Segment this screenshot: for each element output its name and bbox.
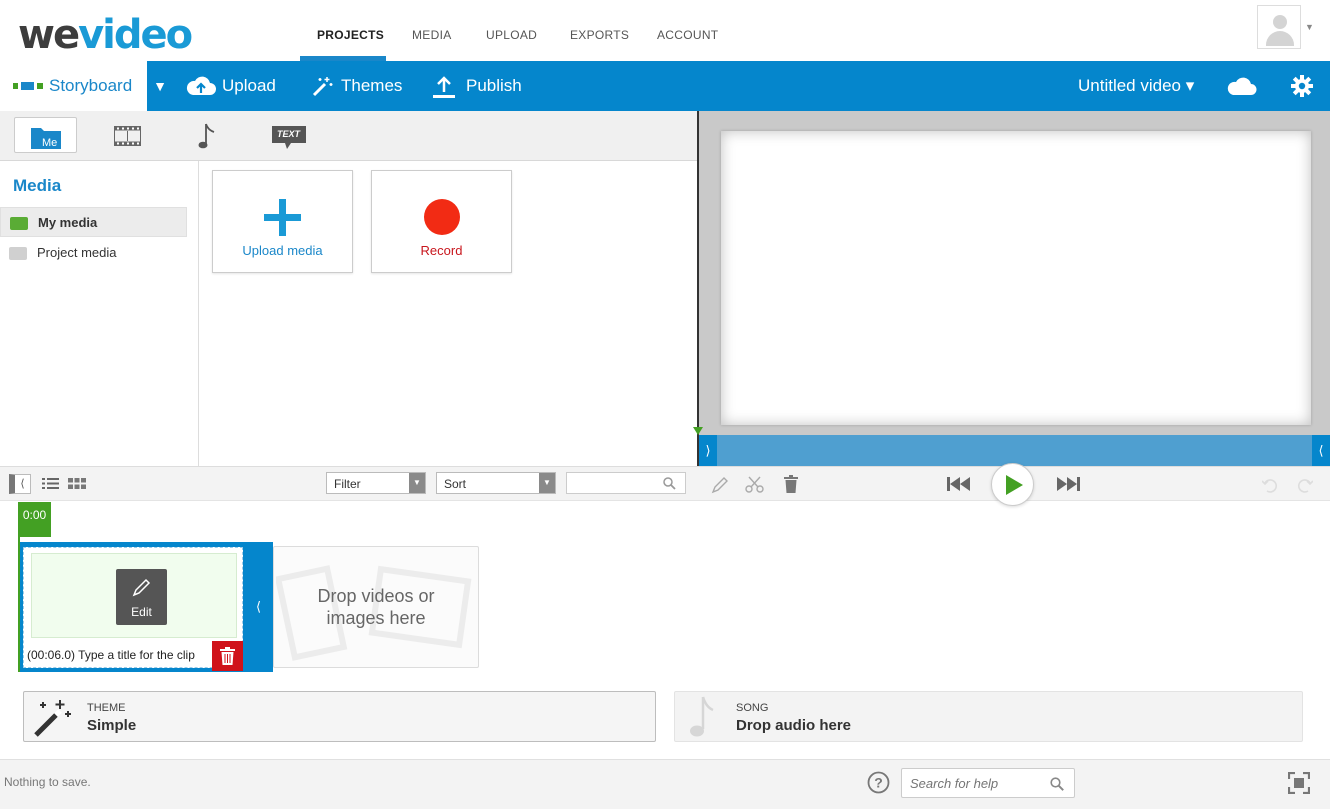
help-search-input[interactable]	[910, 774, 1050, 792]
scissors-icon[interactable]	[745, 476, 764, 494]
user-avatar-icon[interactable]	[1257, 5, 1301, 49]
sidebar-item-project-media[interactable]: Project media	[0, 238, 187, 268]
plus-icon	[264, 199, 301, 236]
clip-thumbnail: Edit	[31, 553, 237, 638]
sidebar-item-my-media[interactable]: My media	[0, 207, 187, 237]
nav-upload[interactable]: UPLOAD	[486, 28, 537, 42]
playhead-marker-icon	[693, 427, 703, 435]
media-search-input[interactable]	[566, 472, 686, 494]
folder-me-icon: Me	[31, 128, 61, 149]
theme-selector[interactable]: THEME Simple	[23, 691, 656, 742]
skip-to-end-icon[interactable]	[1057, 476, 1080, 492]
publish-upload-icon	[433, 76, 455, 98]
preview-screen[interactable]	[721, 131, 1311, 425]
magic-wand-icon	[34, 700, 71, 737]
publish-button[interactable]: Publish	[432, 61, 527, 111]
tab-video-film-icon[interactable]	[114, 126, 141, 146]
fullscreen-icon[interactable]	[1288, 772, 1310, 794]
filter-dropdown[interactable]: Filter ▼	[326, 472, 426, 494]
pencil-icon	[132, 578, 151, 597]
avatar-dropdown-icon[interactable]: ▼	[1305, 22, 1314, 32]
settings-gear-icon[interactable]	[1291, 61, 1313, 111]
trash-icon	[220, 647, 235, 665]
wevideo-logo[interactable]: wevideo	[18, 12, 193, 58]
media-heading: Media	[13, 176, 62, 195]
list-view-icon[interactable]	[42, 478, 59, 489]
song-drop-zone[interactable]: SONG Drop audio here	[674, 691, 1303, 742]
undo-icon[interactable]	[1262, 477, 1278, 493]
upload-media-card[interactable]: Upload media	[212, 170, 353, 273]
search-icon	[663, 477, 676, 490]
media-type-tabs: Me TEXT	[0, 111, 697, 161]
clip-title-field[interactable]: (00:06.0) Type a title for the clip	[27, 648, 195, 662]
play-icon	[1006, 475, 1023, 495]
status-bar: Nothing to save. ?	[0, 759, 1330, 809]
media-sidebar: Media My media Project media	[0, 161, 199, 466]
clip-edit-button[interactable]: Edit	[116, 569, 167, 625]
top-navigation-bar: wevideo PROJECTS MEDIA UPLOAD EXPORTS AC…	[0, 0, 1330, 61]
svg-text:Me: Me	[42, 137, 57, 149]
clip-delete-button[interactable]	[212, 641, 243, 671]
collapse-panel-button[interactable]: ⟨	[9, 474, 31, 494]
mode-dropdown-button[interactable]: ▼	[147, 61, 173, 111]
pencil-edit-icon[interactable]	[711, 476, 729, 494]
nav-exports[interactable]: EXPORTS	[570, 28, 629, 42]
collapse-right-handle[interactable]: ⟨	[1312, 435, 1330, 466]
storyboard-icon	[13, 82, 43, 90]
play-button[interactable]	[991, 463, 1034, 506]
themes-button[interactable]: Themes	[312, 61, 407, 111]
timeline-controls-bar: ⟨ Filter ▼ Sort ▼	[0, 463, 1330, 506]
help-search-field[interactable]	[901, 768, 1075, 798]
drop-videos-zone[interactable]: Drop videos or images here	[273, 546, 479, 668]
chevron-down-icon: ▼	[539, 473, 555, 493]
cloud-icon[interactable]	[1227, 61, 1257, 111]
tab-audio-music-icon[interactable]	[198, 122, 216, 150]
project-title-dropdown[interactable]: Untitled video ▾	[1078, 61, 1203, 111]
sort-dropdown[interactable]: Sort ▼	[436, 472, 556, 494]
magic-wand-icon	[312, 77, 333, 97]
storyboard-label: Storyboard	[49, 76, 133, 95]
music-note-icon	[690, 696, 714, 737]
cloud-upload-icon	[186, 76, 216, 95]
nav-account[interactable]: ACCOUNT	[657, 28, 718, 42]
expand-left-handle[interactable]: ⟩	[699, 435, 717, 466]
help-question-icon[interactable]: ?	[867, 771, 890, 794]
nav-projects[interactable]: PROJECTS	[317, 28, 384, 42]
nav-media[interactable]: MEDIA	[412, 28, 452, 42]
editor-toolbar: Storyboard ▼ Upload Themes Publish Untit…	[0, 61, 1330, 111]
tab-text-icon[interactable]: TEXT	[272, 126, 306, 150]
chevron-down-icon: ▼	[409, 473, 425, 493]
video-preview-panel	[693, 111, 1330, 435]
clip-card[interactable]: Edit (00:06.0) Type a title for the clip	[23, 547, 243, 671]
green-folder-icon	[10, 217, 28, 230]
redo-icon[interactable]	[1297, 477, 1313, 493]
grid-view-icon[interactable]	[68, 478, 86, 489]
grey-folder-icon	[9, 247, 27, 260]
record-icon	[424, 199, 460, 235]
clip-trim-handle[interactable]: ⟨	[244, 542, 273, 672]
svg-text:?: ?	[874, 775, 883, 791]
tab-my-media[interactable]: Me	[14, 117, 77, 153]
save-status-text: Nothing to save.	[4, 775, 91, 789]
skip-to-start-icon[interactable]	[947, 476, 970, 492]
record-card[interactable]: Record	[371, 170, 512, 273]
storyboard-mode-button[interactable]: Storyboard	[0, 61, 147, 111]
preview-scrubber-bar[interactable]: ⟩ ⟨	[697, 435, 1330, 466]
search-icon	[1050, 777, 1064, 791]
timeline-time-marker[interactable]: 0:00	[18, 502, 51, 537]
upload-button[interactable]: Upload	[186, 61, 281, 111]
trash-icon[interactable]	[783, 475, 799, 493]
storyboard-clip[interactable]: Edit (00:06.0) Type a title for the clip…	[20, 542, 273, 672]
